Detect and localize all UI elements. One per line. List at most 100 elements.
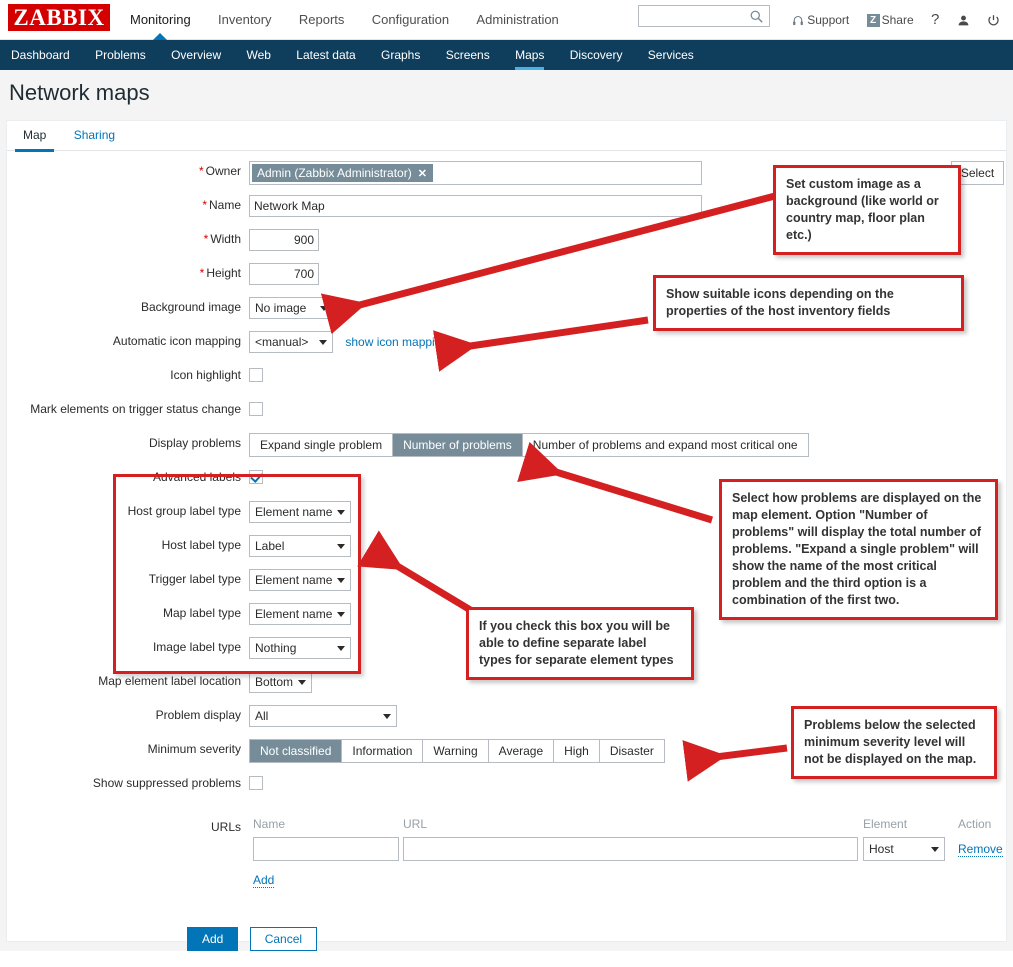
subnav-item-problems[interactable]: Problems [84, 40, 157, 70]
severity-option-warning[interactable]: Warning [423, 740, 489, 762]
problem-display-select[interactable]: All [249, 705, 397, 727]
label-name: * Name [202, 198, 241, 212]
headset-icon [792, 13, 807, 27]
submit-add-button[interactable]: Add [187, 927, 239, 951]
map-label-type-select[interactable]: Element name [249, 603, 351, 625]
zabbix-logo[interactable]: ZABBIX [8, 4, 110, 31]
severity-option-average[interactable]: Average [488, 740, 555, 762]
label-mark-elements: Mark elements on trigger status change [30, 402, 241, 416]
annotation-text: If you check this box you will be able t… [479, 619, 674, 667]
severity-option-information[interactable]: Information [342, 740, 424, 762]
row-urls: URLs Name URL Element Action Host Remove… [7, 817, 1006, 897]
annotation-display-problems-note: Select how problems are displayed on the… [719, 479, 998, 620]
severity-option-not-classified[interactable]: Not classified [250, 740, 343, 762]
menu-item-inventory[interactable]: Inventory [206, 0, 283, 40]
owner-chip: Admin (Zabbix Administrator) ✕ [252, 164, 433, 182]
severity-option-disaster[interactable]: Disaster [599, 740, 664, 762]
row-display-problems: Display problems Expand single problem Nu… [7, 433, 1006, 467]
mark-elements-checkbox[interactable] [249, 401, 263, 416]
support-label: Support [807, 13, 850, 27]
support-link[interactable]: Support [785, 0, 856, 40]
label-width: * Width [203, 232, 241, 246]
display-problems-option-expand-single[interactable]: Expand single problem [250, 434, 394, 456]
chevron-down-icon [931, 847, 939, 852]
map-element-label-location-select[interactable]: Bottom [249, 671, 313, 693]
height-input[interactable] [249, 263, 319, 285]
problem-display-value: All [255, 709, 269, 723]
trigger-label-type-value: Element name [255, 573, 333, 587]
label-problem-display: Problem display [155, 708, 241, 722]
host-label-type-select[interactable]: Label [249, 535, 351, 557]
menu-item-reports[interactable]: Reports [287, 0, 357, 40]
owner-multiselect[interactable]: Admin (Zabbix Administrator) ✕ [249, 161, 702, 185]
label-advanced-labels: Advanced labels [152, 470, 241, 484]
menu-item-administration[interactable]: Administration [464, 0, 570, 40]
user-profile-icon[interactable] [950, 0, 977, 40]
subnav-item-latest-data[interactable]: Latest data [285, 40, 366, 70]
image-label-type-select[interactable]: Nothing [249, 637, 351, 659]
sign-out-icon[interactable] [980, 0, 1007, 40]
subnav-item-maps[interactable]: Maps [504, 40, 555, 70]
host-group-label-type-select[interactable]: Element name [249, 501, 351, 523]
annotation-minimum-severity-note: Problems below the selected minimum seve… [791, 706, 997, 779]
host-group-label-type-value: Element name [255, 505, 333, 519]
label-height: * Height [199, 266, 241, 280]
subnav-item-web[interactable]: Web [235, 40, 281, 70]
required-marker: * [202, 198, 207, 212]
url-remove-link[interactable]: Remove [958, 842, 1003, 857]
subnav-item-dashboard[interactable]: Dashboard [0, 40, 81, 70]
subnav-item-discovery[interactable]: Discovery [559, 40, 634, 70]
display-problems-option-number[interactable]: Number of problems [393, 434, 523, 456]
name-input[interactable] [249, 195, 702, 217]
urls-col-element: Element [863, 817, 908, 831]
label-trigger-label-type: Trigger label type [148, 572, 241, 586]
urls-col-name: Name [253, 817, 286, 831]
subnav-item-screens[interactable]: Screens [435, 40, 501, 70]
background-image-select[interactable]: No image [249, 297, 334, 319]
label-host-label-type: Host label type [161, 538, 241, 552]
chevron-down-icon [320, 306, 328, 311]
label-show-suppressed-problems: Show suppressed problems [92, 776, 241, 790]
chevron-down-icon [337, 510, 345, 515]
subnav-item-services[interactable]: Services [637, 40, 705, 70]
show-suppressed-problems-checkbox[interactable] [249, 775, 263, 790]
icon-highlight-checkbox[interactable] [249, 367, 263, 382]
menu-item-configuration[interactable]: Configuration [360, 0, 461, 40]
minimum-severity-radio-group: Not classified Information Warning Average H… [249, 739, 665, 763]
chevron-down-icon [337, 578, 345, 583]
chevron-down-icon [319, 340, 327, 345]
label-map-label-type: Map label type [162, 606, 241, 620]
urls-table: Name URL Element Action Host Remove Add [249, 817, 1013, 888]
owner-chip-label: Admin (Zabbix Administrator) [257, 166, 412, 180]
subnav-item-overview[interactable]: Overview [160, 40, 232, 70]
tab-map[interactable]: Map [15, 121, 55, 152]
annotation-text: Show suitable icons depending on the pro… [666, 287, 894, 318]
owner-chip-remove-icon[interactable]: ✕ [418, 168, 427, 180]
display-problems-radio-group: Expand single problem Number of problems N… [249, 433, 809, 457]
url-element-select[interactable]: Host [863, 837, 945, 861]
urls-col-url: URL [403, 817, 428, 831]
tab-sharing[interactable]: Sharing [66, 121, 123, 151]
label-image-label-type: Image label type [152, 640, 241, 654]
width-input[interactable] [249, 229, 319, 251]
url-name-input[interactable] [253, 837, 399, 861]
trigger-label-type-select[interactable]: Element name [249, 569, 351, 591]
main-menu: Monitoring Inventory Reports Configurati… [118, 0, 571, 40]
help-link[interactable]: ? [924, 0, 946, 40]
search-icon[interactable] [750, 10, 763, 23]
cancel-button[interactable]: Cancel [249, 927, 318, 951]
url-value-input[interactable] [403, 837, 858, 861]
row-automatic-icon-mapping: Automatic icon mapping <manual> show ico… [7, 331, 1006, 365]
urls-col-action: Action [958, 817, 992, 831]
display-problems-option-number-and-expand[interactable]: Number of problems and expand most criti… [522, 434, 808, 456]
urls-add-link[interactable]: Add [253, 873, 275, 888]
required-marker: * [199, 266, 205, 280]
share-link[interactable]: Z Share [860, 0, 921, 40]
subnav-item-graphs[interactable]: Graphs [370, 40, 431, 70]
advanced-labels-checkbox[interactable] [249, 469, 263, 484]
annotation-icon-mapping-note: Show suitable icons depending on the pro… [653, 275, 964, 331]
menu-item-monitoring[interactable]: Monitoring [118, 0, 203, 40]
show-icon-mappings-link[interactable]: show icon mappings [345, 335, 454, 349]
severity-option-high[interactable]: High [554, 740, 600, 762]
automatic-icon-mapping-select[interactable]: <manual> [249, 331, 333, 353]
